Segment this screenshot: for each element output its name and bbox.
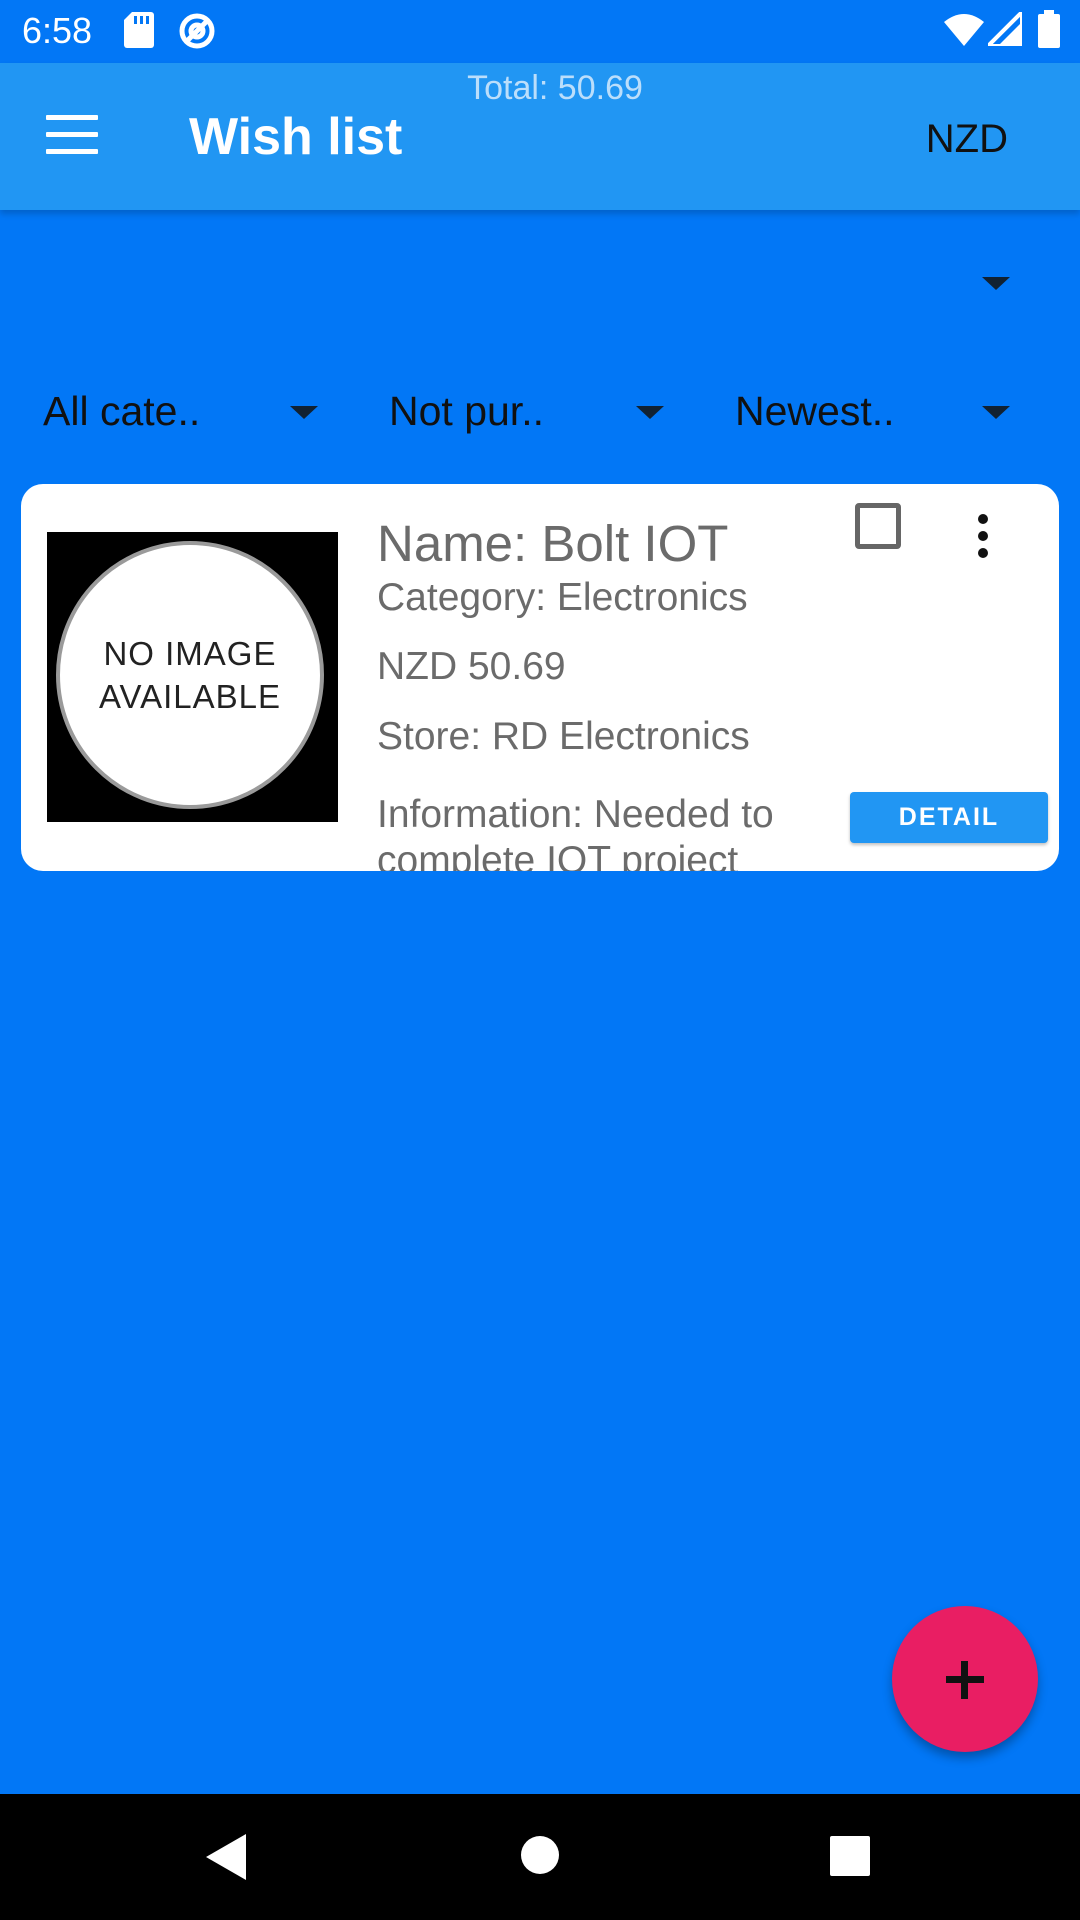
status-bar: 6:58 (0, 0, 1080, 63)
add-item-button[interactable] (892, 1606, 1038, 1752)
signal-icon (988, 12, 1022, 46)
detail-button[interactable]: DETAIL (850, 792, 1048, 843)
plus-icon-vertical (961, 1661, 968, 1699)
dropdown-arrow-icon (290, 406, 318, 419)
purchase-filter-label: Not pur.. (389, 388, 544, 434)
no-image-text-line2: AVAILABLE (98, 678, 282, 715)
total-label: Total: 50.69 (467, 69, 643, 107)
category-filter-label: All cate.. (43, 388, 201, 434)
app-bar: Total: 50.69 Wish list NZD (0, 63, 1080, 210)
wifi-icon (944, 14, 984, 46)
page-title: Wish list (189, 108, 403, 166)
navigation-bar (0, 1794, 1080, 1920)
recents-icon[interactable] (830, 1836, 870, 1876)
dropdown-arrow-icon (982, 277, 1010, 290)
wish-item-card[interactable]: NO IMAGE AVAILABLE Name: Bolt IOT Catego… (21, 484, 1059, 871)
dropdown-arrow-icon (636, 406, 664, 419)
no-image-placeholder: NO IMAGE AVAILABLE (56, 541, 324, 809)
hamburger-menu-icon[interactable] (46, 115, 98, 155)
at-sign-icon (179, 13, 215, 49)
sort-filter-label: Newest.. (735, 388, 895, 434)
top-dropdown[interactable] (0, 240, 1080, 320)
no-image-text-line1: NO IMAGE (103, 635, 277, 672)
item-name: Name: Bolt IOT (377, 515, 729, 572)
purchased-checkbox[interactable] (855, 503, 901, 549)
item-price: NZD 50.69 (377, 645, 566, 688)
battery-icon (1038, 10, 1060, 48)
item-store: Store: RD Electronics (377, 715, 750, 758)
item-category: Category: Electronics (377, 576, 748, 619)
more-options-icon[interactable] (978, 514, 988, 558)
dropdown-arrow-icon (982, 406, 1010, 419)
currency-button[interactable]: NZD (926, 117, 1008, 162)
back-icon[interactable] (206, 1834, 246, 1880)
home-icon[interactable] (520, 1835, 560, 1875)
item-image: NO IMAGE AVAILABLE (47, 532, 338, 822)
status-time: 6:58 (22, 10, 93, 51)
item-information: Information: Needed to complete IOT proj… (377, 793, 774, 871)
sd-card-icon (124, 12, 154, 48)
